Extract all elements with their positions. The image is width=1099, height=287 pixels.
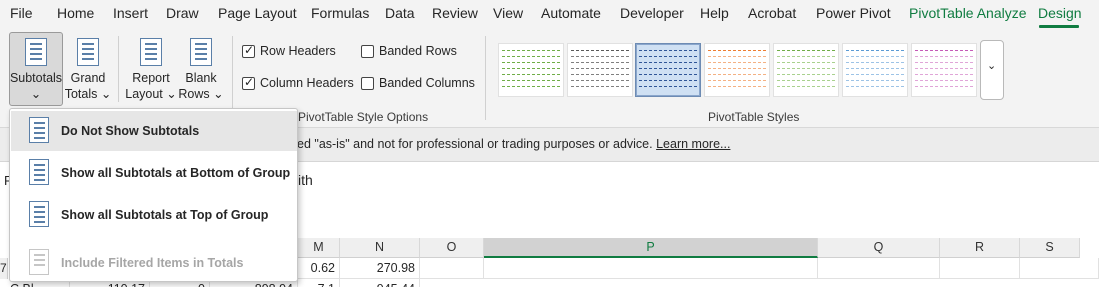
cell-q1[interactable]: [818, 258, 940, 279]
menu-item-label: Show all Subtotals at Top of Group: [61, 208, 269, 222]
chevron-down-icon: ⌄: [30, 87, 42, 101]
menu-item-subtotals-top[interactable]: Show all Subtotals at Top of Group: [11, 195, 297, 235]
menu-item-label: Include Filtered Items in Totals: [61, 256, 244, 270]
column-header-s[interactable]: S: [1020, 238, 1080, 258]
info-bar-message: ed "as-is" and not for professional or t…: [297, 137, 653, 151]
subtotals-dropdown-menu: Do Not Show Subtotals Show all Subtotals…: [9, 108, 298, 282]
menu-item-subtotals-bottom[interactable]: Show all Subtotals at Bottom of Group: [11, 153, 297, 193]
style-swatch-6[interactable]: [842, 43, 908, 97]
grand-totals-icon: [77, 38, 99, 66]
formula-content[interactable]: ith: [298, 172, 313, 188]
pivottable-styles-gallery: [495, 39, 979, 101]
style-swatch-4[interactable]: [704, 43, 770, 97]
chevron-down-icon: ⌄: [166, 87, 177, 101]
subtotals-icon: [25, 38, 47, 66]
row-headers-checkbox[interactable]: [242, 43, 255, 58]
ribbon-divider: [485, 36, 486, 120]
style-swatch-1[interactable]: [498, 43, 564, 97]
tab-view[interactable]: View: [493, 5, 523, 21]
cell-m2[interactable]: 7.1: [298, 279, 340, 287]
subtotals-top-icon: [29, 201, 49, 227]
blank-rows-button[interactable]: Blank Rows ⌄: [177, 70, 225, 102]
banded-rows-label: Banded Rows: [379, 44, 457, 58]
grand-totals-button[interactable]: Grand Totals ⌄: [63, 70, 113, 102]
cell-n2[interactable]: 945.44: [340, 279, 420, 287]
cell-m1[interactable]: 0.62: [298, 258, 340, 279]
column-header-m[interactable]: M: [298, 238, 340, 258]
tab-draw[interactable]: Draw: [166, 5, 199, 21]
ribbon-divider: [118, 36, 119, 102]
tab-help[interactable]: Help: [700, 5, 729, 21]
banded-rows-checkbox[interactable]: [361, 45, 374, 58]
column-header-p[interactable]: P: [484, 238, 818, 258]
style-swatch-5[interactable]: [773, 43, 839, 97]
row-headers-label: Row Headers: [260, 44, 336, 58]
tab-insert[interactable]: Insert: [113, 5, 148, 21]
tab-home[interactable]: Home: [57, 5, 94, 21]
menu-bar: File Home Insert Draw Page Layout Formul…: [0, 0, 1099, 28]
column-header-q[interactable]: Q: [818, 238, 940, 258]
chevron-down-icon: ⌄: [987, 60, 997, 72]
chevron-down-icon: ⌄: [100, 87, 112, 101]
report-layout-button[interactable]: Report Layout ⌄: [124, 70, 178, 102]
column-header-n[interactable]: N: [340, 238, 420, 258]
report-layout-label-1: Report: [132, 71, 170, 85]
report-layout-icon: [140, 38, 162, 66]
column-header-o[interactable]: O: [420, 238, 484, 258]
banded-columns-checkbox[interactable]: [361, 77, 374, 90]
tab-formulas[interactable]: Formulas: [311, 5, 369, 21]
tab-pivottable-analyze[interactable]: PivotTable Analyze: [909, 5, 1027, 21]
menu-item-label: Do Not Show Subtotals: [61, 124, 200, 138]
tab-automate[interactable]: Automate: [541, 5, 601, 21]
tab-file[interactable]: File: [10, 5, 33, 21]
style-swatch-7[interactable]: [911, 43, 977, 97]
styles-gallery-more-button[interactable]: ⌄: [980, 40, 1004, 100]
subtotals-bottom-icon: [29, 159, 49, 185]
row-header[interactable]: 7: [0, 258, 8, 279]
blank-rows-icon: [190, 38, 212, 66]
column-header-r[interactable]: R: [940, 238, 1020, 258]
cell-s1[interactable]: [1020, 258, 1099, 279]
cell-r1[interactable]: [940, 258, 1020, 279]
cell-p1[interactable]: [484, 258, 818, 279]
pivottable-styles-group-label: PivotTable Styles: [708, 110, 800, 124]
learn-more-link[interactable]: Learn more...: [656, 137, 730, 151]
column-headers-label: Column Headers: [260, 76, 354, 90]
style-options-group-label: PivotTable Style Options: [298, 110, 429, 124]
subtotals-none-icon: [29, 117, 49, 143]
blank-rows-label-2: Rows: [178, 87, 210, 101]
tab-developer[interactable]: Developer: [620, 5, 684, 21]
style-swatch-2[interactable]: [567, 43, 633, 97]
menu-item-label: Show all Subtotals at Bottom of Group: [61, 166, 291, 180]
column-headers-checkbox[interactable]: [242, 75, 255, 90]
menu-item-do-not-show-subtotals[interactable]: Do Not Show Subtotals: [11, 111, 297, 151]
tab-design[interactable]: Design: [1038, 5, 1082, 21]
tab-acrobat[interactable]: Acrobat: [748, 5, 796, 21]
blank-rows-label-1: Blank: [185, 71, 217, 85]
tab-data[interactable]: Data: [385, 5, 415, 21]
tab-page-layout[interactable]: Page Layout: [218, 5, 297, 21]
tab-review[interactable]: Review: [432, 5, 478, 21]
chevron-down-icon: ⌄: [213, 87, 224, 101]
cell-o1[interactable]: [420, 258, 484, 279]
banded-columns-label: Banded Columns: [379, 76, 475, 90]
grand-totals-label-1: Grand: [70, 71, 106, 85]
filter-icon: [29, 249, 49, 275]
grand-totals-label-2: Totals: [64, 87, 98, 101]
subtotals-label: Subtotals: [9, 71, 63, 85]
menu-item-include-filtered-items: Include Filtered Items in Totals: [11, 243, 297, 283]
report-layout-label-2: Layout: [125, 87, 163, 101]
style-swatch-3-selected[interactable]: [635, 43, 701, 97]
tab-power-pivot[interactable]: Power Pivot: [816, 5, 891, 21]
cell-n1[interactable]: 270.98: [340, 258, 420, 279]
